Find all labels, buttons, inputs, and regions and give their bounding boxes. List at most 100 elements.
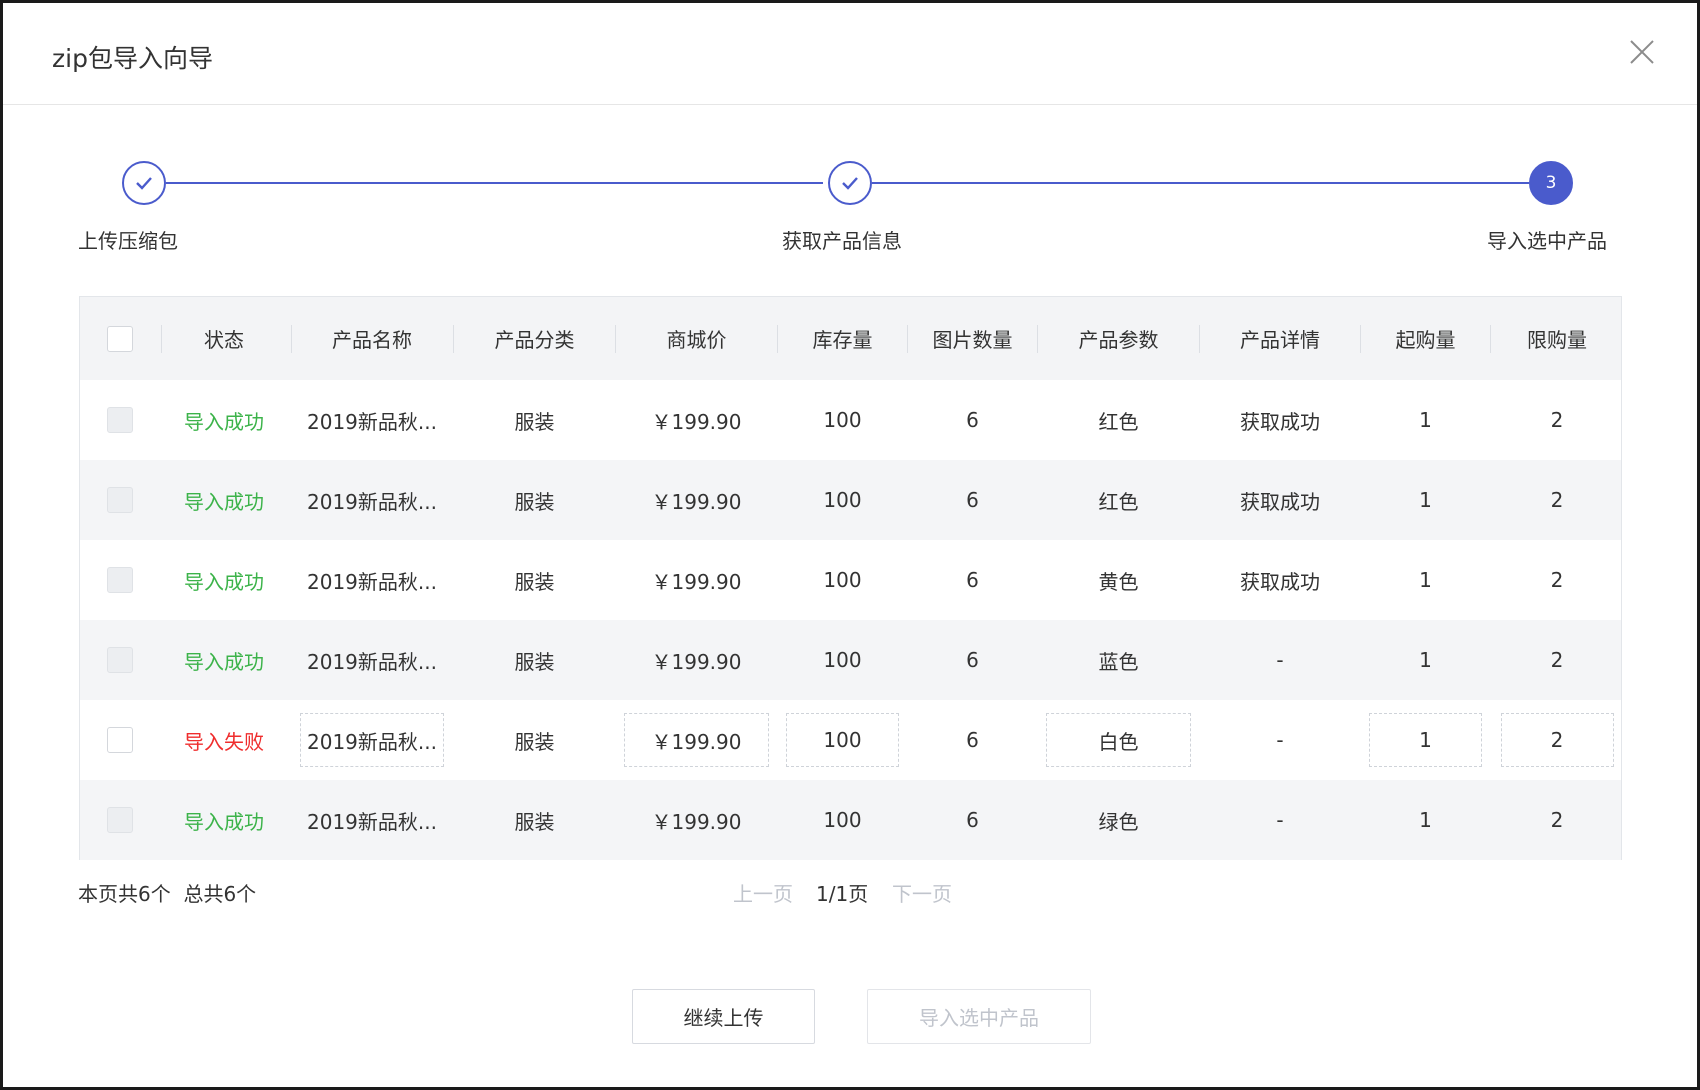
max-buy-edit-field[interactable]: 2: [1500, 713, 1614, 767]
detail-cell: -: [1276, 808, 1284, 832]
status-cell: 导入成功: [184, 809, 264, 834]
stock-edit-field[interactable]: 100: [786, 713, 899, 767]
step-connector: [872, 182, 1529, 184]
max-buy-cell: 2: [1550, 808, 1564, 832]
row-select-cell: [80, 540, 160, 620]
step-3-label: 导入选中产品: [1487, 229, 1607, 253]
wizard-steps: 3 上传压缩包 获取产品信息 导入选中产品: [3, 153, 1697, 263]
name-cell: 2019新品秋...: [307, 409, 437, 434]
stock-cell: 100: [823, 568, 862, 592]
row-checkbox[interactable]: [107, 567, 133, 593]
params-cell: 白色: [1038, 700, 1199, 780]
params-edit-field[interactable]: 白色: [1046, 713, 1191, 767]
price-cell: ￥199.90: [651, 489, 742, 514]
step-2-indicator: [828, 161, 872, 205]
header-price: 商城价: [666, 328, 727, 352]
params-cell: 黄色: [1098, 569, 1139, 594]
close-button[interactable]: [1623, 33, 1661, 71]
price-cell: ￥199.90: [616, 700, 777, 780]
params-cell: 蓝色: [1098, 649, 1139, 674]
dialog-title: zip包导入向导: [52, 44, 213, 73]
header-detail: 产品详情: [1240, 328, 1320, 352]
image-count-cell: 6: [966, 568, 979, 592]
stock-cell: 100: [823, 488, 862, 512]
stock-cell: 100: [823, 808, 862, 832]
row-select-cell: [80, 460, 160, 540]
min-buy-cell: 1: [1361, 700, 1490, 780]
row-select-cell: [80, 780, 160, 860]
category-cell: 服装: [514, 809, 555, 834]
select-all-cell: [80, 297, 160, 380]
status-cell: 导入成功: [184, 569, 264, 594]
price-edit-field[interactable]: ￥199.90: [624, 713, 769, 767]
continue-upload-button[interactable]: 继续上传: [632, 989, 815, 1044]
stock-cell: 100: [823, 408, 862, 432]
category-cell: 服装: [514, 729, 555, 754]
name-edit-field[interactable]: 2019新品秋...: [300, 713, 444, 767]
status-cell: 导入失败: [184, 729, 264, 754]
row-checkbox[interactable]: [107, 807, 133, 833]
name-cell: 2019新品秋...: [292, 700, 452, 780]
detail-cell: -: [1276, 728, 1284, 752]
status-cell: 导入成功: [184, 649, 264, 674]
price-cell: ￥199.90: [651, 569, 742, 594]
row-checkbox[interactable]: [107, 487, 133, 513]
dialog-header: zip包导入向导: [3, 3, 1697, 105]
next-page-link[interactable]: 下一页: [892, 882, 952, 906]
header-name: 产品名称: [332, 328, 412, 352]
check-icon: [136, 177, 152, 190]
status-cell: 导入成功: [184, 409, 264, 434]
max-buy-cell: 2: [1550, 648, 1564, 672]
image-count-cell: 6: [966, 488, 979, 512]
name-cell: 2019新品秋...: [307, 489, 437, 514]
step-2-label: 获取产品信息: [782, 229, 902, 253]
image-count-cell: 6: [966, 648, 979, 672]
check-icon: [842, 177, 858, 190]
params-cell: 红色: [1098, 409, 1139, 434]
step-1-label: 上传压缩包: [78, 229, 178, 253]
row-select-cell: [80, 700, 160, 780]
name-cell: 2019新品秋...: [307, 649, 437, 674]
header-status: 状态: [204, 328, 244, 352]
prev-page-link[interactable]: 上一页: [733, 882, 793, 906]
detail-cell: -: [1276, 648, 1284, 672]
import-selected-button[interactable]: 导入选中产品: [867, 989, 1091, 1044]
max-buy-cell: 2: [1550, 488, 1564, 512]
category-cell: 服装: [514, 489, 555, 514]
min-buy-cell: 1: [1419, 488, 1432, 512]
step-3-indicator: 3: [1529, 161, 1573, 205]
category-cell: 服装: [514, 569, 555, 594]
price-cell: ￥199.90: [651, 649, 742, 674]
row-checkbox[interactable]: [107, 647, 133, 673]
min-buy-edit-field[interactable]: 1: [1369, 713, 1482, 767]
header-min-buy: 起购量: [1395, 328, 1456, 352]
name-cell: 2019新品秋...: [307, 809, 437, 834]
row-checkbox[interactable]: [107, 407, 133, 433]
table-row: 导入失败 2019新品秋... 服装 ￥199.90 100 6 白色 - 1 …: [80, 700, 1621, 780]
products-table: 状态 产品名称 产品分类 商城价 库存量 图片数量 产品参数 产品详情 起购量 …: [79, 296, 1622, 860]
min-buy-cell: 1: [1419, 568, 1432, 592]
max-buy-cell: 2: [1550, 568, 1564, 592]
name-cell: 2019新品秋...: [307, 569, 437, 594]
close-icon: [1630, 40, 1654, 64]
table-row: 导入成功 2019新品秋... 服装 ￥199.90 100 6 绿色 - 1 …: [80, 780, 1621, 860]
price-cell: ￥199.90: [651, 809, 742, 834]
detail-cell: 获取成功: [1240, 409, 1320, 434]
row-checkbox[interactable]: [107, 727, 133, 753]
header-image-count: 图片数量: [932, 328, 1013, 352]
row-select-cell: [80, 620, 160, 700]
image-count-cell: 6: [966, 408, 979, 432]
price-cell: ￥199.90: [651, 409, 742, 434]
select-all-checkbox[interactable]: [107, 325, 133, 352]
params-cell: 绿色: [1098, 809, 1139, 834]
step-connector: [166, 182, 823, 184]
category-cell: 服装: [514, 649, 555, 674]
pagination-next: 下一页: [892, 878, 952, 907]
params-cell: 红色: [1098, 489, 1139, 514]
stock-cell: 100: [823, 648, 862, 672]
detail-cell: 获取成功: [1240, 569, 1320, 594]
image-count-cell: 6: [966, 728, 979, 752]
min-buy-cell: 1: [1419, 648, 1432, 672]
header-max-buy: 限购量: [1527, 328, 1587, 352]
min-buy-cell: 1: [1419, 808, 1432, 832]
